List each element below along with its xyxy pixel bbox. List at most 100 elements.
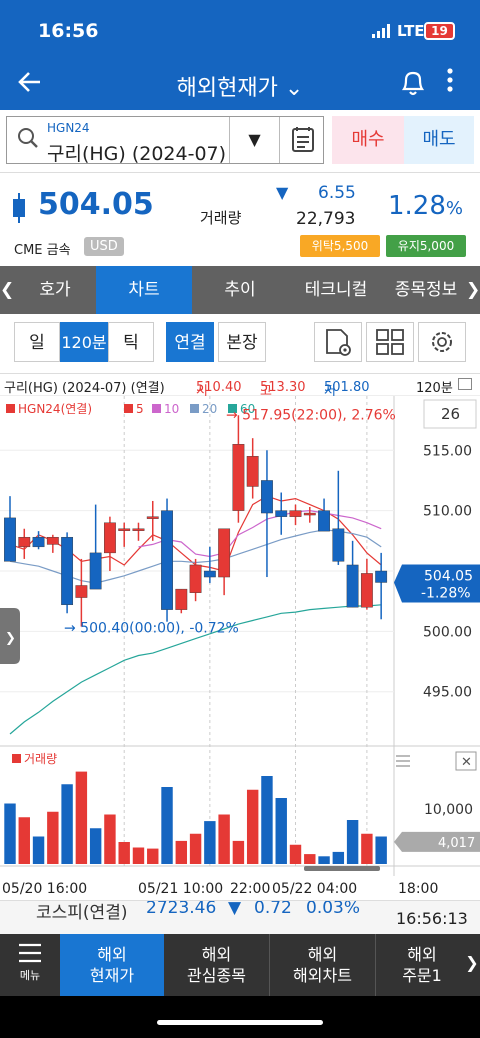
home-indicator[interactable] bbox=[157, 1020, 323, 1025]
y-tick-label: 495.00 bbox=[423, 685, 472, 701]
volume-bar bbox=[118, 842, 130, 864]
period-tick-button[interactable]: 틱 bbox=[108, 322, 154, 362]
tabs-scroll-left-icon[interactable]: ❮ bbox=[0, 266, 14, 314]
change-percent: 1.28% bbox=[388, 191, 463, 221]
candle-body bbox=[4, 517, 16, 562]
app-bar: 해외현재가 ⌄ bbox=[0, 58, 480, 110]
bottom-navigation: 메뉴 해외 현재가 해외 관심종목 해외 해외차트 해외 주문1 ❯ bbox=[0, 934, 480, 996]
period-interval-button[interactable]: 120분 bbox=[60, 322, 108, 362]
volume-bar bbox=[204, 821, 216, 864]
candle-body bbox=[75, 585, 88, 598]
volume-legend-swatch bbox=[12, 754, 21, 763]
volume-panel-title: 거래량 bbox=[24, 752, 57, 766]
nav-next-icon[interactable]: ❯ bbox=[464, 934, 480, 996]
volume-bar bbox=[261, 776, 273, 864]
volume-bar bbox=[289, 844, 302, 864]
volume-value: 22,793 bbox=[296, 209, 356, 229]
linked-contract-button[interactable]: 연결 bbox=[166, 322, 214, 362]
change-direction-icon: ▼ bbox=[276, 183, 289, 202]
buy-button[interactable]: 매수 bbox=[332, 116, 404, 164]
index-direction-icon: ▼ bbox=[228, 900, 242, 918]
tab-technical[interactable]: 테크니컬 bbox=[288, 266, 384, 314]
bell-icon[interactable] bbox=[400, 68, 426, 98]
document-gear-icon bbox=[326, 329, 351, 356]
y-tick-label: 500.00 bbox=[423, 624, 472, 640]
sell-button[interactable]: 매도 bbox=[404, 116, 474, 164]
maximize-icon[interactable] bbox=[458, 378, 472, 390]
menu-button[interactable]: 메뉴 bbox=[0, 934, 60, 996]
gear-icon bbox=[432, 332, 452, 352]
close-volume-glyph: ✕ bbox=[461, 755, 472, 770]
nav-overseas-price[interactable]: 해외 현재가 bbox=[60, 934, 164, 996]
candle-body bbox=[218, 528, 231, 578]
volume-tick-label: 10,000 bbox=[424, 802, 473, 818]
price-chart[interactable]: 515.00510.00505.00500.00495.0005/20 16:0… bbox=[0, 396, 480, 904]
grid-layout-icon bbox=[376, 329, 404, 355]
tab-trend[interactable]: 추이 bbox=[192, 266, 288, 314]
volume-bar bbox=[189, 833, 202, 864]
more-options-icon[interactable] bbox=[446, 66, 454, 94]
settings-button[interactable] bbox=[418, 322, 466, 362]
tabs-scroll-right-icon[interactable]: ❯ bbox=[466, 266, 480, 314]
candle-body bbox=[375, 570, 388, 583]
volume-bar bbox=[75, 771, 88, 864]
chart-settings-file-button[interactable] bbox=[314, 322, 362, 362]
nav-overseas-watchlist[interactable]: 해외 관심종목 bbox=[164, 934, 270, 996]
tab-bar: ❮ 호가 차트 추이 테크니컬 종목정보 ❯ bbox=[0, 266, 480, 314]
legend-swatch-ma bbox=[152, 404, 161, 413]
tab-orderbook[interactable]: 호가 bbox=[14, 266, 96, 314]
signal-icon bbox=[372, 24, 390, 38]
chart-symbol-name: 구리(HG) (2024-07) (연결) bbox=[4, 381, 165, 396]
status-time: 16:56 bbox=[38, 20, 99, 42]
interval-label: 120분 bbox=[416, 381, 453, 396]
volume-bar bbox=[147, 848, 159, 864]
x-tick-label: 18:00 bbox=[398, 881, 438, 897]
tab-chart[interactable]: 차트 bbox=[96, 266, 192, 314]
volume-bar bbox=[32, 836, 45, 864]
x-tick-label: 05/20 16:00 bbox=[2, 881, 87, 897]
candle-body bbox=[275, 510, 288, 517]
volume-bar bbox=[4, 803, 16, 864]
tab-info[interactable]: 종목정보 bbox=[384, 266, 468, 314]
candle-body bbox=[61, 536, 74, 606]
exchange-label: CME 금속 bbox=[14, 243, 71, 258]
volume-bar bbox=[47, 811, 59, 864]
price-panel: 504.05 거래량 ▼ 6.55 22,793 1.28% CME 금속 US… bbox=[0, 172, 480, 266]
symbol-list-button[interactable] bbox=[279, 117, 325, 163]
volume-bar bbox=[104, 814, 116, 864]
period-day-button[interactable]: 일 bbox=[14, 322, 60, 362]
battery-icon: 19 bbox=[424, 22, 455, 40]
list-icon bbox=[292, 127, 314, 152]
chevron-down-icon: ⌄ bbox=[284, 76, 304, 101]
chevron-right-icon: ❯ bbox=[5, 631, 16, 646]
hamburger-icon bbox=[19, 943, 41, 963]
volume-bar bbox=[175, 840, 188, 864]
symbol-dropdown-button[interactable]: ▼ bbox=[229, 117, 279, 163]
maintenance-margin-badge: 유지5,000 bbox=[386, 235, 466, 257]
legend-ma-label: 10 bbox=[164, 402, 179, 416]
high-annotation: → 517.95(22:00), 2.76% bbox=[226, 408, 396, 424]
price-change: 6.55 bbox=[318, 183, 356, 203]
candle-body bbox=[18, 536, 31, 548]
last-price: 504.05 bbox=[38, 187, 154, 222]
chart-scrollbar bbox=[304, 866, 380, 871]
index-percent: 0.03% bbox=[306, 900, 361, 918]
candle-body bbox=[175, 588, 188, 610]
candle-body bbox=[303, 512, 316, 516]
symbol-search-box[interactable]: HGN24 구리(HG) (2024-07) ▼ bbox=[6, 116, 325, 165]
volume-bar bbox=[304, 854, 316, 864]
nav-overseas-order[interactable]: 해외 주문1 bbox=[376, 934, 468, 996]
volume-bar bbox=[89, 828, 102, 864]
candle-body bbox=[346, 564, 359, 608]
volume-bar bbox=[346, 820, 359, 864]
main-session-button[interactable]: 본장 bbox=[218, 322, 266, 362]
x-tick-label: 22:00 bbox=[230, 881, 270, 897]
current-price-label: 504.05 bbox=[424, 568, 473, 584]
current-percent-label: -1.28% bbox=[421, 585, 471, 601]
chart-layout-button[interactable] bbox=[366, 322, 414, 362]
network-type: LTE bbox=[397, 22, 425, 40]
nav-overseas-chart[interactable]: 해외 해외차트 bbox=[270, 934, 376, 996]
volume-label: 거래량 bbox=[200, 209, 242, 227]
candle-body bbox=[89, 552, 102, 590]
index-ticker[interactable]: 코스피(연결) 2723.46 ▼ 0.72 0.03% 16:56:13 bbox=[0, 900, 480, 936]
